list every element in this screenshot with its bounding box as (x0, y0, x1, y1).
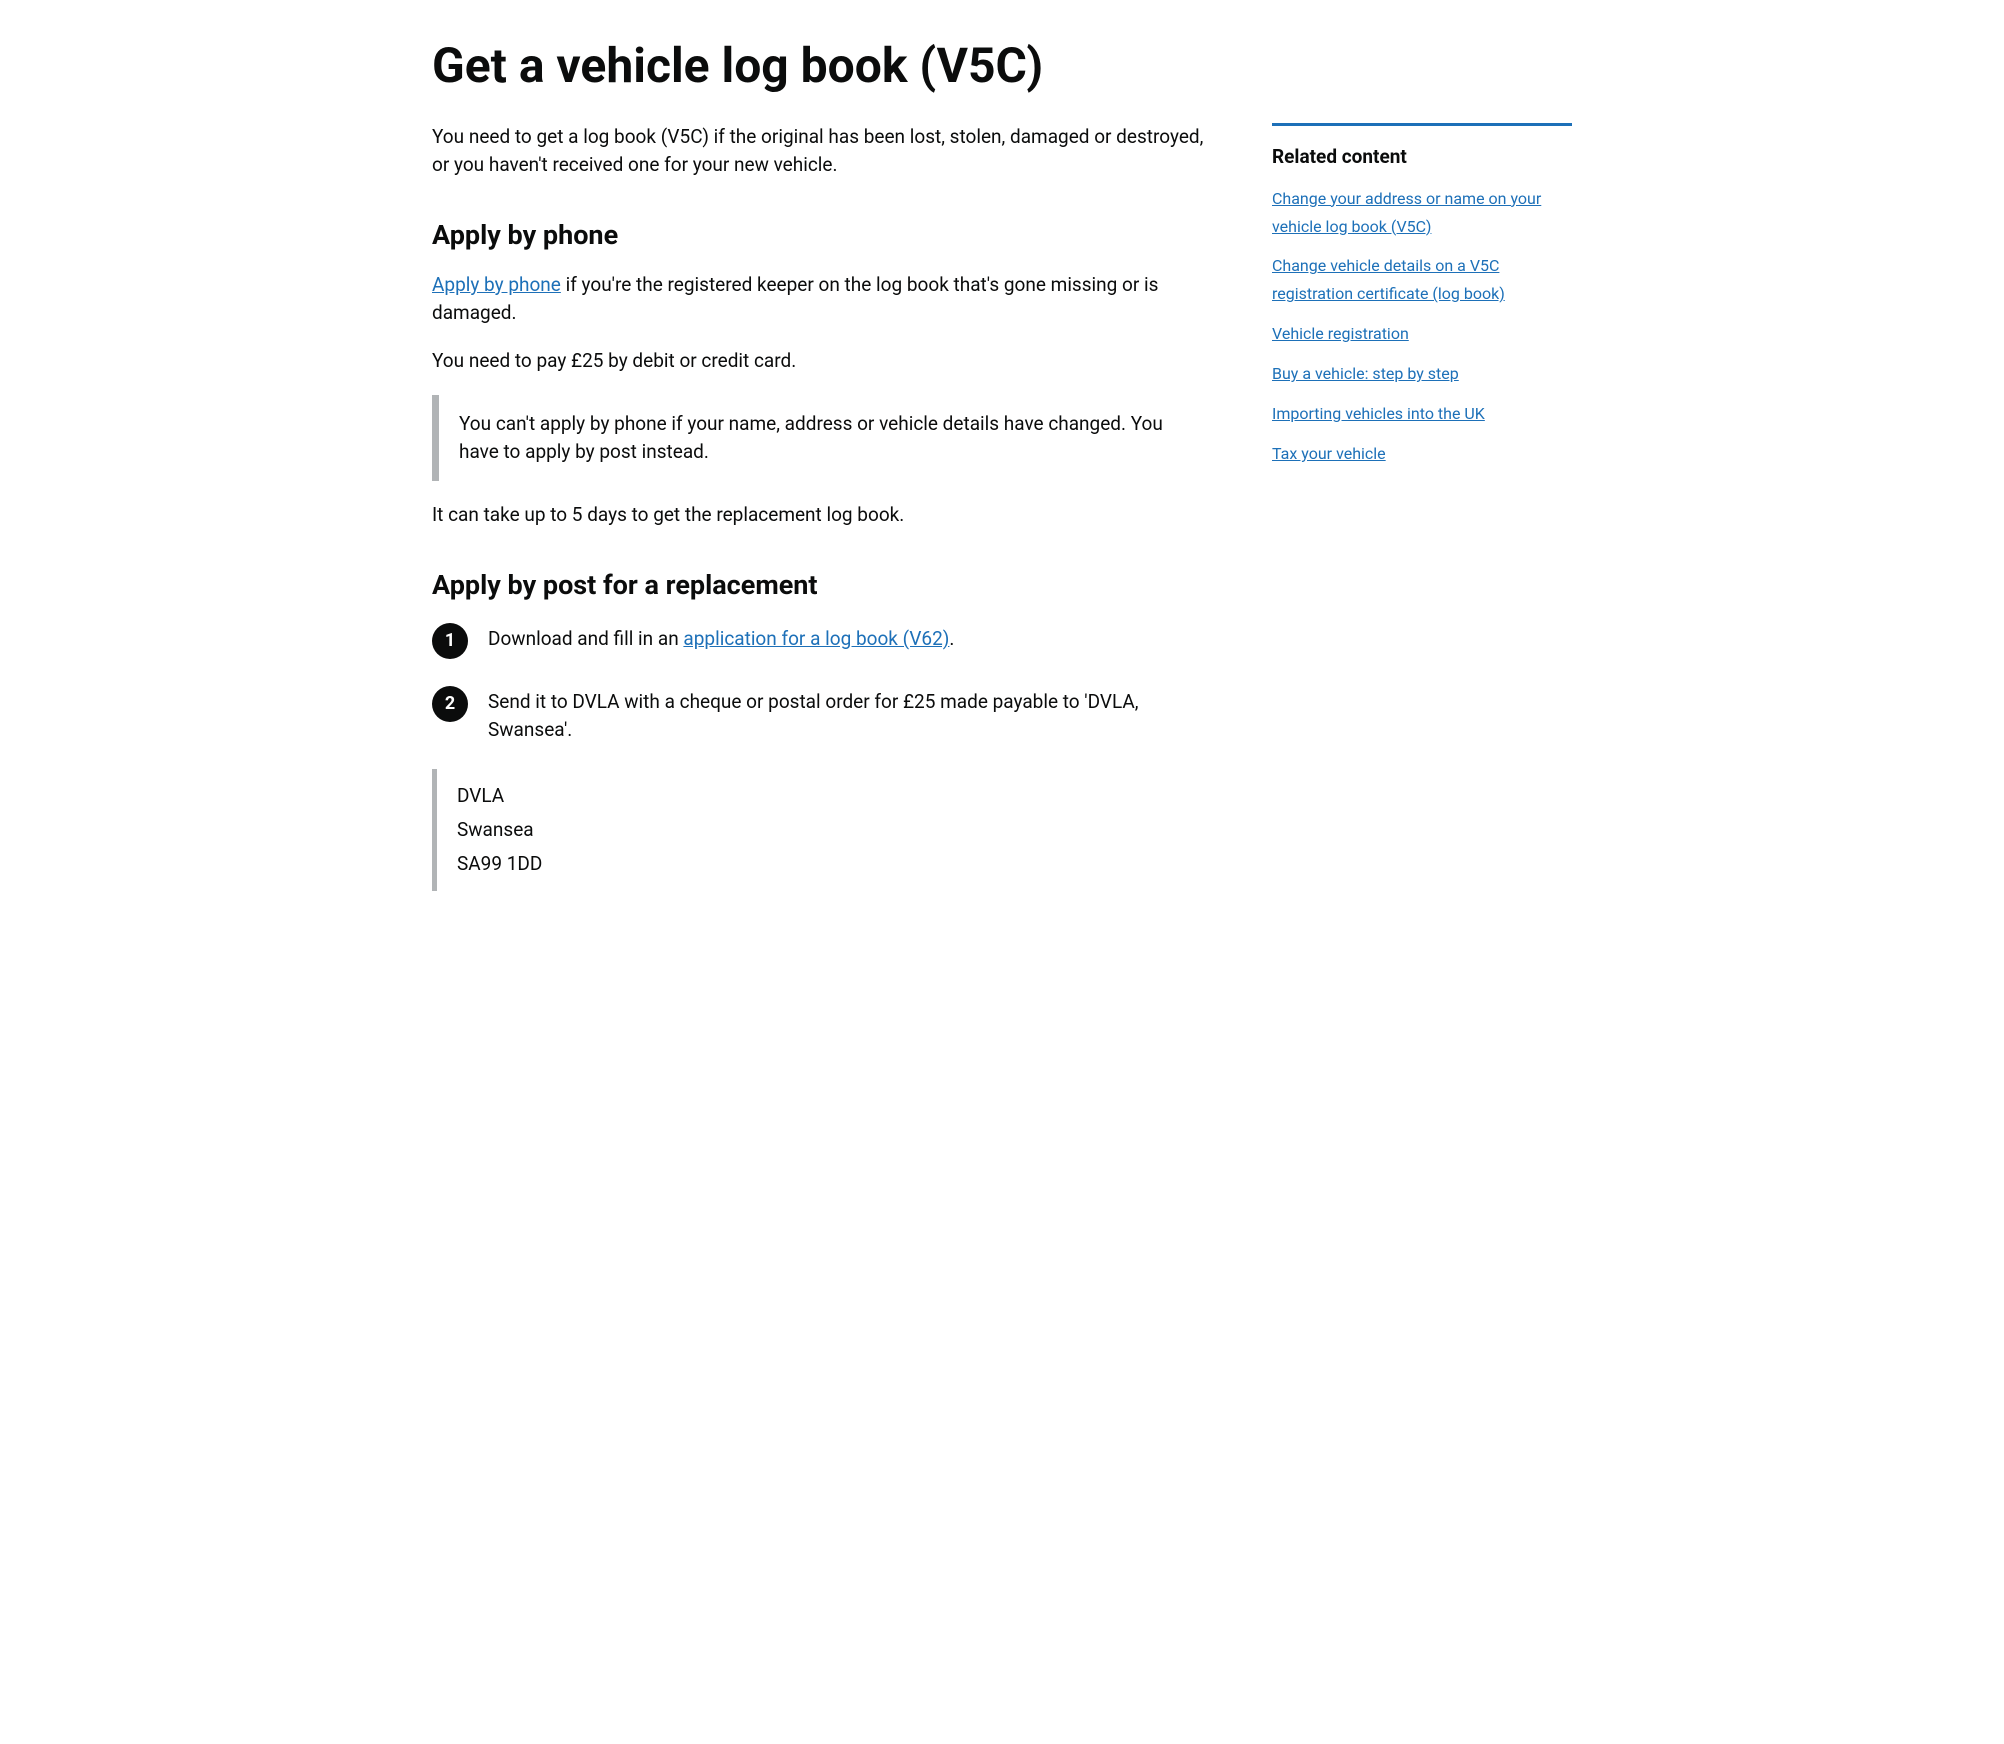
section1-para1: Apply by phone if you're the registered … (432, 271, 1212, 327)
related-link-6[interactable]: Tax your vehicle (1272, 444, 1386, 463)
callout-text: You can't apply by phone if your name, a… (459, 410, 1192, 466)
step1-prefix: Download and fill in an (488, 627, 683, 650)
sidebar: Related content Change your address or n… (1272, 123, 1572, 479)
list-item: 1 Download and fill in an application fo… (432, 621, 1212, 659)
page-container: Get a vehicle log book (V5C) You need to… (402, 0, 1602, 951)
numbered-list: 1 Download and fill in an application fo… (432, 621, 1212, 744)
apply-by-phone-link[interactable]: Apply by phone (432, 273, 561, 296)
related-link-4[interactable]: Buy a vehicle: step by step (1272, 364, 1459, 383)
address-line2: Swansea (457, 818, 534, 841)
main-layout: You need to get a log book (V5C) if the … (432, 123, 1572, 912)
section1-para3: It can take up to 5 days to get the repl… (432, 501, 1212, 529)
related-link-5[interactable]: Importing vehicles into the UK (1272, 404, 1485, 423)
address-line3: SA99 1DD (457, 852, 542, 875)
main-content: You need to get a log book (V5C) if the … (432, 123, 1212, 912)
related-link-2[interactable]: Change vehicle details on a V5C registra… (1272, 256, 1505, 303)
list-item: Change your address or name on your vehi… (1272, 184, 1572, 240)
list-item: Tax your vehicle (1272, 439, 1572, 467)
callout-box: You can't apply by phone if your name, a… (432, 395, 1212, 481)
step-number-1: 1 (432, 623, 468, 659)
related-link-3[interactable]: Vehicle registration (1272, 324, 1409, 343)
intro-text: You need to get a log book (V5C) if the … (432, 123, 1212, 179)
v62-application-link[interactable]: application for a log book (V62) (683, 627, 949, 650)
step2-text: Send it to DVLA with a cheque or postal … (488, 684, 1212, 744)
section1-heading: Apply by phone (432, 219, 1212, 251)
related-content: Related content Change your address or n… (1272, 123, 1572, 467)
page-title: Get a vehicle log book (V5C) (432, 40, 1572, 93)
address-line1: DVLA (457, 784, 504, 807)
list-item: Buy a vehicle: step by step (1272, 359, 1572, 387)
related-content-heading: Related content (1272, 146, 1572, 169)
section2-heading: Apply by post for a replacement (432, 569, 1212, 601)
step-number-2: 2 (432, 686, 468, 722)
address-block: DVLA Swansea SA99 1DD (432, 769, 1212, 892)
related-link-1[interactable]: Change your address or name on your vehi… (1272, 189, 1541, 236)
related-links-list: Change your address or name on your vehi… (1272, 184, 1572, 467)
list-item: Vehicle registration (1272, 319, 1572, 347)
step1-suffix: . (949, 627, 954, 650)
section1-para2: You need to pay £25 by debit or credit c… (432, 347, 1212, 375)
step1-text: Download and fill in an application for … (488, 621, 954, 653)
list-item: Importing vehicles into the UK (1272, 399, 1572, 427)
list-item: Change vehicle details on a V5C registra… (1272, 251, 1572, 307)
list-item: 2 Send it to DVLA with a cheque or posta… (432, 684, 1212, 744)
